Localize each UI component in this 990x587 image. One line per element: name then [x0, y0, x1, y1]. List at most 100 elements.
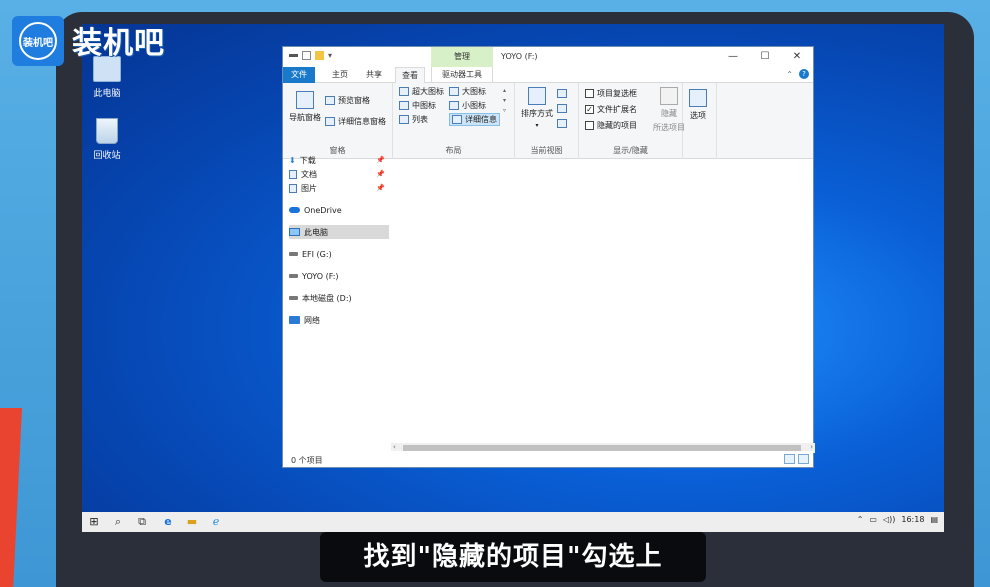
- group-label: 当前视图: [530, 146, 563, 155]
- sort-icon: [528, 87, 546, 105]
- layout-medium[interactable]: 中图标: [399, 100, 436, 111]
- layout-small[interactable]: 小图标: [449, 100, 486, 111]
- scroll-left-icon[interactable]: ‹: [393, 443, 396, 451]
- group-options: 选项: [683, 83, 717, 159]
- minimize-button[interactable]: —: [717, 47, 749, 67]
- group-current-view: 排序方式 ▾ 当前视图: [515, 83, 579, 159]
- window-title: YOYO (F:): [501, 52, 538, 61]
- item-checkboxes-toggle[interactable]: 项目复选框: [585, 88, 637, 99]
- nav-item-documents[interactable]: 文档 📌: [289, 167, 389, 181]
- maximize-button[interactable]: ☐: [749, 47, 781, 67]
- search-icon[interactable]: ⌕: [112, 516, 124, 528]
- nav-pane-button[interactable]: 导航窗格: [289, 91, 321, 123]
- details-icon: [452, 115, 462, 124]
- desktop-icon-this-pc[interactable]: 此电脑: [82, 56, 132, 99]
- brand-logo: 装机吧: [72, 26, 165, 61]
- pin-icon: 📌: [376, 184, 385, 192]
- checkbox[interactable]: [585, 121, 594, 130]
- group-panes: 导航窗格 预览窗格 详细信息窗格 窗格: [283, 83, 393, 159]
- quick-access-toolbar: ▾: [289, 51, 337, 60]
- notification-icon[interactable]: ▤: [930, 515, 938, 524]
- columns-icon: [557, 104, 567, 113]
- large-icons-icon: [449, 87, 459, 96]
- group-by-icon: [557, 89, 567, 98]
- nav-item-yoyo-drive[interactable]: YOYO (F:): [289, 269, 389, 283]
- close-button[interactable]: ✕: [781, 47, 813, 67]
- brand-badge: 装机吧: [12, 16, 64, 66]
- nav-item-local-disk[interactable]: 本地磁盘 (D:): [289, 291, 389, 305]
- tab-share[interactable]: 共享: [359, 67, 389, 83]
- desktop-icon-label: 回收站: [93, 151, 121, 161]
- layout-large[interactable]: 大图标: [449, 86, 486, 97]
- help-icon[interactable]: ?: [799, 69, 809, 79]
- size-columns-button[interactable]: [557, 119, 567, 128]
- options-button[interactable]: 选项: [689, 89, 707, 121]
- dropdown-icon[interactable]: ▾: [328, 51, 337, 60]
- desktop-icon-recycle-bin[interactable]: 回收站: [82, 118, 132, 161]
- file-explorer-icon[interactable]: ▬: [186, 516, 198, 528]
- nav-item-this-pc[interactable]: 此电脑: [289, 225, 389, 239]
- group-show-hide: 项目复选框 ✓ 文件扩展名 隐藏的项目 隐藏 所选项目 显示/隐藏: [579, 83, 685, 159]
- nav-item-efi-drive[interactable]: EFI (G:): [289, 247, 389, 261]
- large-icons-icon: [399, 87, 409, 96]
- network-icon: [289, 316, 300, 324]
- details-pane-icon: [325, 117, 335, 126]
- system-tray: ⌃ ▭ ◁)) 16:18 ▤: [857, 515, 938, 524]
- tab-home[interactable]: 主页: [323, 67, 357, 83]
- chevron-up-icon[interactable]: ⌃: [857, 515, 864, 524]
- item-count: 0 个项目: [291, 456, 323, 465]
- nav-item-pictures[interactable]: 图片 📌: [289, 181, 389, 195]
- volume-icon[interactable]: ◁)): [883, 515, 895, 524]
- group-by-button[interactable]: [557, 89, 567, 98]
- sort-by-button[interactable]: 排序方式 ▾: [521, 87, 553, 129]
- tab-file[interactable]: 文件: [283, 67, 315, 83]
- large-icons-view-icon[interactable]: [798, 454, 809, 464]
- hide-selected-button[interactable]: 隐藏 所选项目: [653, 87, 685, 133]
- edge-icon[interactable]: e: [162, 516, 174, 528]
- drive-icon: [289, 296, 298, 300]
- nav-item-onedrive[interactable]: OneDrive: [289, 203, 389, 217]
- clock[interactable]: 16:18: [901, 515, 924, 524]
- details-pane-button[interactable]: 详细信息窗格: [325, 116, 386, 127]
- drive-icon: [289, 274, 298, 278]
- layout-scroll[interactable]: ▴ ▾ ▿: [503, 87, 506, 114]
- taskbar: ⊞ ⌕ ⧉ e ▬ ℯ ⌃ ▭ ◁)) 16:18 ▤: [82, 512, 944, 532]
- checkbox-checked[interactable]: ✓: [585, 105, 594, 114]
- picture-icon: [289, 183, 297, 193]
- preview-pane-icon: [325, 96, 335, 105]
- layout-extra-large[interactable]: 超大图标: [399, 86, 444, 97]
- add-columns-button[interactable]: [557, 104, 567, 113]
- preview-pane-button[interactable]: 预览窗格: [325, 95, 370, 106]
- network-tray-icon[interactable]: ▭: [869, 515, 877, 524]
- pin-icon: 📌: [376, 156, 385, 164]
- tab-view[interactable]: 查看: [395, 67, 425, 83]
- layout-list[interactable]: 列表: [399, 114, 428, 125]
- ie-icon[interactable]: ℯ: [210, 516, 222, 528]
- collapse-ribbon-icon[interactable]: ⌃: [786, 70, 793, 79]
- recycle-bin-icon: [96, 118, 118, 144]
- nav-pane-icon: [296, 91, 314, 109]
- file-extensions-toggle[interactable]: ✓ 文件扩展名: [585, 104, 637, 115]
- video-subtitle: 找到"隐藏的项目"勾选上: [320, 532, 706, 582]
- scroll-right-icon[interactable]: ›: [810, 443, 813, 451]
- drive-icon: [289, 54, 298, 57]
- desktop-icon-label: 此电脑: [93, 89, 121, 99]
- nav-item-network[interactable]: 网络: [289, 313, 389, 327]
- ribbon-tabs: 文件 主页 共享 查看 驱动器工具 ⌃ ?: [283, 67, 813, 83]
- folder-icon[interactable]: [315, 51, 324, 60]
- layout-details[interactable]: 详细信息: [449, 113, 500, 126]
- status-bar: 0 个项目: [283, 451, 813, 467]
- nav-item-downloads[interactable]: ⬇ 下载 📌: [289, 153, 389, 167]
- drive-icon: [289, 252, 298, 256]
- manage-contextual-tab[interactable]: 管理: [431, 47, 493, 67]
- group-layout: 超大图标 大图标 中图标 小图标 列表 详细信息 ▴ ▾ ▿ 布局: [393, 83, 515, 159]
- group-label: 布局: [445, 146, 462, 155]
- details-view-icon[interactable]: [784, 454, 795, 464]
- checkbox[interactable]: [585, 89, 594, 98]
- tab-drive-tools[interactable]: 驱动器工具: [431, 67, 493, 83]
- hidden-items-toggle[interactable]: 隐藏的项目: [585, 120, 637, 131]
- options-icon: [689, 89, 707, 107]
- properties-icon[interactable]: [302, 51, 311, 60]
- task-view-icon[interactable]: ⧉: [136, 516, 148, 528]
- windows-start-icon[interactable]: ⊞: [88, 516, 100, 528]
